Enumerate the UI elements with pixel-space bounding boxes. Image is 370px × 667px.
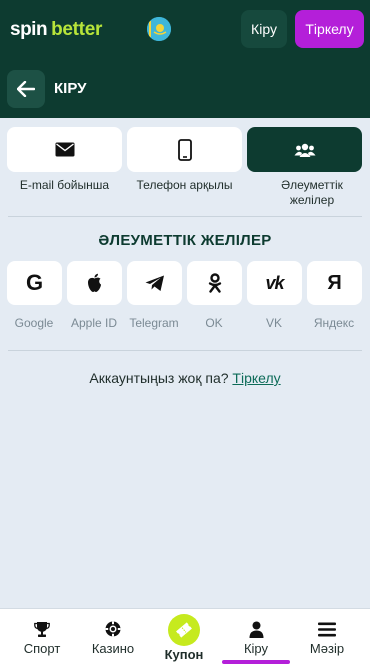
page-title: КІРУ [54, 80, 87, 97]
signup-prompt-text: Аккаунтыңыз жоқ па? [89, 370, 229, 386]
nav-coupon[interactable]: Купон [149, 609, 219, 667]
top-header: spin better Кіру Тіркелу [0, 0, 370, 60]
apple-icon [88, 273, 101, 292]
login-button[interactable]: Кіру [241, 10, 287, 48]
google-icon: G [25, 270, 44, 295]
tab-social-label: Әлеуметтік желілер [281, 178, 343, 207]
nav-casino[interactable]: Казино [78, 609, 148, 667]
signup-link[interactable]: Тіркелу [232, 370, 280, 386]
social-section-title: ӘЛЕУМЕТТІК ЖЕЛІЛЕР [98, 232, 272, 249]
apple-id-button[interactable] [67, 261, 122, 305]
tab-email[interactable] [7, 127, 122, 172]
nav-menu-label: Мәзір [309, 641, 345, 656]
phone-icon [177, 138, 192, 161]
trophy-icon [34, 621, 50, 637]
vk-button[interactable]: vk [247, 261, 302, 305]
menu-icon [318, 622, 336, 636]
nav-login[interactable]: Кіру [221, 609, 291, 667]
telegram-icon [145, 275, 164, 291]
coupon-ticket-icon [176, 622, 192, 638]
coupon-badge [168, 614, 200, 646]
yandex-button[interactable]: Я [307, 261, 362, 305]
nav-sport-label: Спорт [23, 641, 61, 656]
nav-coupon-label: Купон [164, 647, 204, 662]
tab-email-label: E-mail бойынша [19, 178, 110, 192]
back-button[interactable] [7, 70, 45, 108]
nav-login-label: Кіру [243, 641, 269, 656]
google-button[interactable]: G [7, 261, 62, 305]
active-nav-indicator [222, 660, 290, 664]
tab-social[interactable] [247, 127, 362, 172]
register-button[interactable]: Тіркелу [295, 10, 364, 48]
odnoklassniki-icon [208, 273, 221, 293]
divider-bottom [8, 350, 362, 351]
spinbetter-logo[interactable]: spin better [10, 17, 102, 43]
nav-casino-label: Казино [91, 641, 135, 656]
yandex-icon: Я [327, 271, 342, 294]
kazakhstan-flag-icon[interactable] [147, 17, 171, 41]
user-icon [249, 621, 263, 638]
envelope-icon [55, 142, 74, 157]
logo-better-text: better [51, 19, 103, 40]
casino-chip-icon [105, 621, 121, 637]
arrow-left-icon [17, 81, 35, 97]
ok-button[interactable] [187, 261, 242, 305]
telegram-button[interactable] [127, 261, 182, 305]
users-icon [294, 143, 315, 157]
nav-menu[interactable]: Мәзір [292, 609, 362, 667]
vk-icon: vk [265, 272, 284, 293]
yandex-label: Яндекс [313, 316, 355, 330]
logo-spin-text: spin [10, 19, 48, 40]
tab-phone[interactable] [127, 127, 242, 172]
tab-phone-label: Телефон арқылы [136, 178, 233, 192]
nav-sport[interactable]: Спорт [7, 609, 77, 667]
page-header: КІРУ [0, 60, 370, 118]
signup-prompt: Аккаунтыңыз жоқ па? Тіркелу [0, 370, 370, 386]
bottom-navigation: Спорт Казино Купон Кіру Мәзір [0, 608, 370, 667]
divider-top [8, 216, 362, 217]
